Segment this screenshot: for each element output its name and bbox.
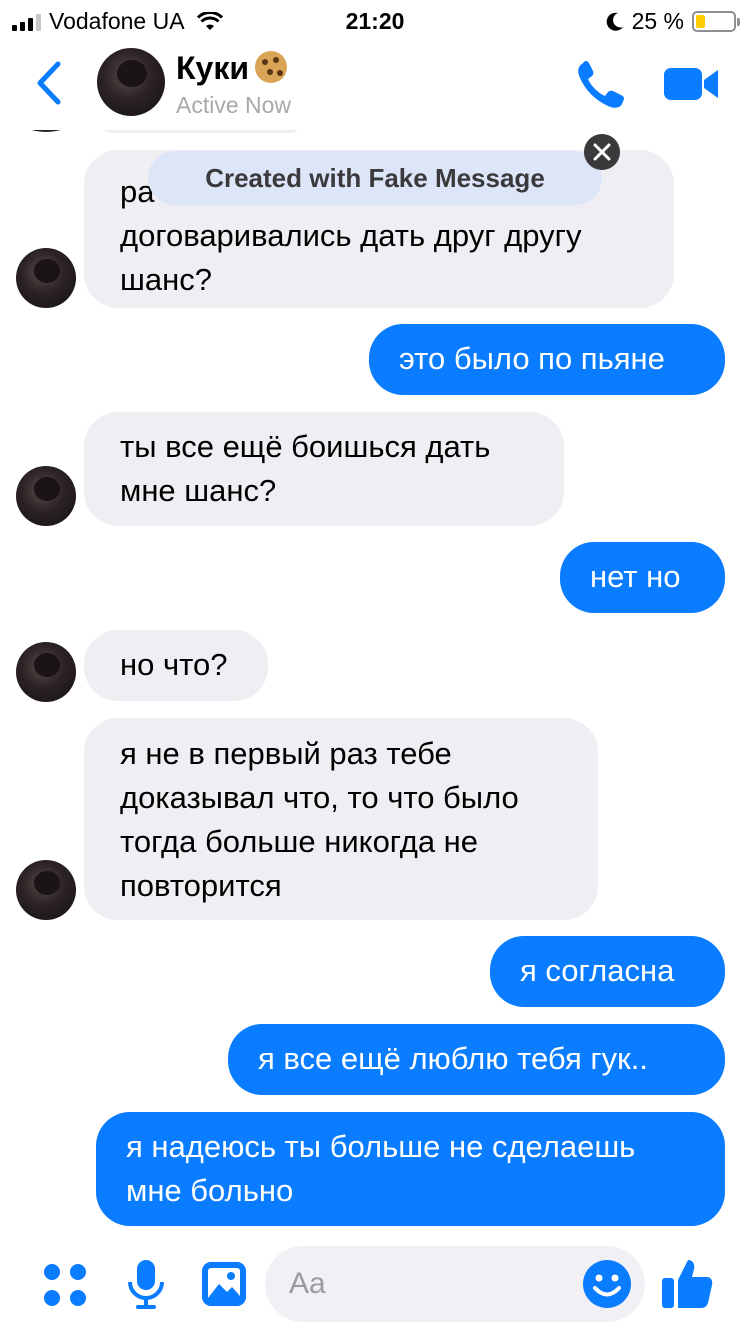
message-text: ты все ещё боишься дать <box>120 429 491 464</box>
contact-name-text: Куки <box>176 50 250 86</box>
thumbs-up-icon[interactable] <box>660 1256 714 1310</box>
contact-name[interactable]: Куки <box>176 50 288 87</box>
message-bubble-incoming[interactable]: но что? <box>84 630 268 701</box>
message-text: повторится <box>120 868 282 903</box>
moon-icon <box>606 12 623 31</box>
message-bubble-outgoing[interactable]: я все ещё люблю тебя гук.. <box>228 1024 725 1095</box>
status-right: 25 % <box>606 8 740 35</box>
message-text: доказывал что, то что было <box>120 780 519 815</box>
contact-avatar-small <box>16 466 76 526</box>
message-composer: Aa <box>0 1240 750 1334</box>
message-text: я согласна <box>520 953 675 988</box>
status-bar: Vodafone UA 21:20 25 % <box>0 0 750 40</box>
battery-fill <box>696 15 705 28</box>
contact-status: Active Now <box>176 92 292 118</box>
message-text: я надеюсь ты больше не сделаешь <box>126 1129 636 1164</box>
message-input-placeholder: Aa <box>289 1267 326 1300</box>
contact-avatar-small <box>16 642 76 702</box>
battery-percent: 25 % <box>631 8 684 34</box>
message-text: мне больно <box>126 1173 294 1208</box>
message-bubble-incoming[interactable]: ты все ещё боишься дать мне шанс? <box>84 412 564 526</box>
phone-icon[interactable] <box>574 58 628 110</box>
back-chevron-icon[interactable] <box>30 58 70 108</box>
message-bubble-outgoing[interactable]: я согласна <box>490 936 725 1007</box>
message-text: мне шанс? <box>120 473 277 508</box>
message-text: я не в первый раз тебе <box>120 736 452 771</box>
message-text: я все ещё люблю тебя гук.. <box>258 1041 648 1076</box>
contact-avatar[interactable] <box>97 48 165 116</box>
message-bubble-outgoing[interactable]: нет но <box>560 542 725 613</box>
message-text: шанс? <box>120 262 212 297</box>
close-icon[interactable] <box>584 134 620 170</box>
message-bubble-outgoing[interactable]: это было по пьяне <box>369 324 725 395</box>
watermark-banner: Created with Fake Message <box>148 151 602 205</box>
photo-icon[interactable] <box>200 1260 248 1308</box>
message-bubble-outgoing[interactable]: я надеюсь ты больше не сделаешь мне боль… <box>96 1112 725 1226</box>
emoji-icon[interactable] <box>582 1259 632 1309</box>
message-text: это было по пьяне <box>399 341 665 376</box>
message-bubble-incoming[interactable]: я не в первый раз тебе доказывал что, то… <box>84 718 598 920</box>
microphone-icon[interactable] <box>126 1258 166 1310</box>
contact-avatar-small <box>16 248 76 308</box>
message-text: договаривались дать друг другу <box>120 218 582 253</box>
message-text: нет но <box>590 559 681 594</box>
video-camera-icon[interactable] <box>662 62 722 106</box>
message-text: но что? <box>120 647 228 682</box>
apps-grid-icon[interactable] <box>42 1262 88 1308</box>
contact-avatar-small <box>16 860 76 920</box>
battery-icon <box>692 11 740 32</box>
cookie-emoji-icon <box>255 51 288 83</box>
message-text: тогда больше никогда не <box>120 824 479 859</box>
chat-header: Куки Active Now <box>0 40 750 130</box>
